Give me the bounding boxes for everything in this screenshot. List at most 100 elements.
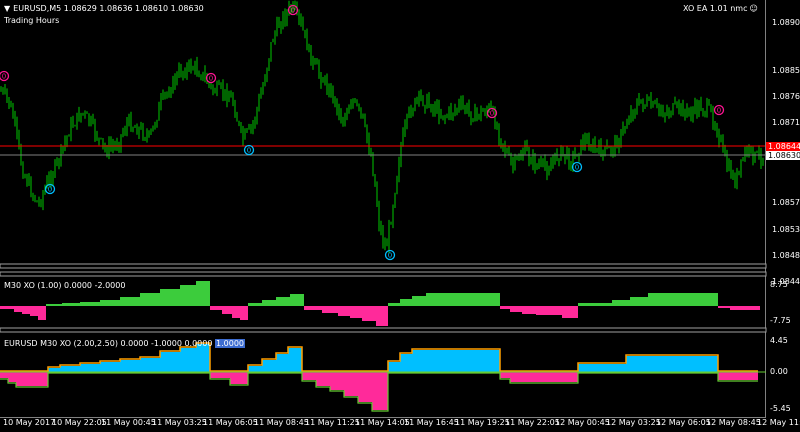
svg-text:0: 0 bbox=[247, 147, 251, 155]
time-label: 11 May 08:45 bbox=[254, 418, 309, 427]
xo-marker-x: 0 bbox=[44, 183, 56, 195]
xo-bar-down bbox=[240, 306, 248, 320]
panel-separator-3[interactable] bbox=[0, 327, 767, 333]
eurusd-area-down bbox=[16, 372, 48, 386]
time-label: 11 May 03:25 bbox=[152, 418, 207, 427]
price-label: 1.08533 bbox=[772, 225, 800, 234]
price-label: 1.08764 bbox=[772, 92, 800, 101]
eurusd-area-up bbox=[60, 366, 80, 372]
eurusd-area-down bbox=[302, 372, 316, 380]
xo-bar-down bbox=[304, 306, 322, 310]
eurusd-area-up bbox=[140, 358, 160, 372]
eurusd-area-up bbox=[626, 356, 718, 372]
time-label: 10 May 22:05 bbox=[52, 418, 107, 427]
xo-bar-down bbox=[500, 306, 510, 309]
eurusd-area-up bbox=[100, 362, 120, 372]
price-label: 1.08858 bbox=[772, 66, 800, 75]
eurusd-area-up bbox=[160, 352, 180, 372]
eurusd-area-up bbox=[180, 348, 196, 372]
xo-bar-down bbox=[222, 306, 232, 314]
eurusd-xo-area bbox=[0, 342, 758, 412]
xo-marker-o: 0 bbox=[205, 72, 217, 84]
xo-bar-up bbox=[412, 296, 426, 306]
eurusd-panel-highlight: 1.0000 bbox=[215, 339, 245, 348]
chart-title: ▼ EURUSD,M5 1.08629 1.08636 1.08610 1.086… bbox=[4, 4, 204, 14]
eurusd-area-up bbox=[276, 354, 288, 372]
time-label: 11 May 06:05 bbox=[203, 418, 258, 427]
dropdown-triangle-icon[interactable]: ▼ bbox=[4, 4, 10, 14]
xo-bar-down bbox=[730, 306, 760, 310]
eurusd-area-down bbox=[344, 372, 358, 396]
eurusd-scale-zero: 0.00 bbox=[770, 367, 788, 376]
smiley-icon[interactable]: ☺ bbox=[750, 4, 758, 13]
time-label: 11 May 14:05 bbox=[355, 418, 410, 427]
xo-bar-up bbox=[426, 293, 500, 306]
chart-canvas[interactable]: 0 0 0 0 0 0 0 0 0 bbox=[0, 0, 800, 432]
xo-marker-o: 0 bbox=[713, 104, 725, 116]
xo-bar-up bbox=[180, 285, 196, 306]
xo-marker-x: 0 bbox=[243, 144, 255, 156]
xo-bar-down bbox=[376, 306, 388, 326]
eurusd-area-up bbox=[288, 348, 302, 372]
time-label: 12 May 00:45 bbox=[555, 418, 610, 427]
xo-bar-down bbox=[338, 306, 350, 316]
time-label: 12 May 11:25 bbox=[757, 418, 800, 427]
eurusd-area-up bbox=[248, 366, 262, 372]
xo-bar-down bbox=[0, 306, 14, 309]
xo-bar-up bbox=[630, 297, 648, 306]
xo-bar-up bbox=[120, 297, 140, 306]
xo-bar-up bbox=[62, 303, 80, 306]
time-label: 10 May 2017 bbox=[3, 418, 56, 427]
xo-bar-up bbox=[276, 297, 290, 306]
bid-price-tag: 1.08644 bbox=[766, 142, 800, 151]
xo-markers: 0 0 0 0 0 0 0 0 0 bbox=[0, 4, 725, 261]
panel-separator-1[interactable] bbox=[0, 263, 767, 269]
xo-bar-up bbox=[46, 304, 62, 306]
svg-text:0: 0 bbox=[291, 7, 295, 15]
svg-text:0: 0 bbox=[209, 75, 213, 83]
time-label: 11 May 00:45 bbox=[101, 418, 156, 427]
xo-bar-down bbox=[510, 306, 522, 312]
time-label: 12 May 03:25 bbox=[606, 418, 661, 427]
xo-bar-up bbox=[290, 294, 304, 306]
eurusd-panel-label: EURUSD M30 XO (2.00,2.50) 0.0000 -1.0000… bbox=[4, 339, 245, 348]
eurusd-area-up bbox=[578, 364, 626, 372]
xo-bar-up bbox=[388, 303, 400, 306]
xo-bar-down bbox=[522, 306, 536, 314]
time-label: 11 May 19:25 bbox=[455, 418, 510, 427]
xo-marker-x: 0 bbox=[384, 249, 396, 261]
eurusd-area-down bbox=[316, 372, 330, 386]
xo-bar-up bbox=[196, 281, 210, 306]
eurusd-area-down bbox=[372, 372, 388, 410]
price-label: 1.08488 bbox=[772, 251, 800, 260]
eurusd-area-down bbox=[358, 372, 372, 402]
eurusd-area-up bbox=[120, 360, 140, 372]
eurusd-area-down bbox=[330, 372, 344, 390]
current-price-tag: 1.08630 bbox=[766, 151, 800, 160]
time-label: 12 May 06:05 bbox=[656, 418, 711, 427]
xo-bar-down bbox=[14, 306, 22, 312]
eurusd-area-down bbox=[510, 372, 578, 382]
panel-separator-2[interactable] bbox=[0, 271, 767, 277]
xo-bar-up bbox=[648, 293, 718, 306]
xo-bar-down bbox=[362, 306, 376, 321]
eurusd-area-down bbox=[8, 372, 16, 382]
xo-bar-up bbox=[100, 300, 120, 306]
xo-bar-up bbox=[160, 289, 180, 306]
time-label: 11 May 16:45 bbox=[404, 418, 459, 427]
xo-marker-x: 0 bbox=[571, 161, 583, 173]
eurusd-area-down bbox=[500, 372, 510, 378]
eurusd-area-up bbox=[388, 362, 400, 372]
eurusd-area-down bbox=[0, 372, 8, 378]
xo-bar-down bbox=[562, 306, 578, 318]
eurusd-scale-min: -5.45 bbox=[770, 404, 791, 413]
svg-text:0: 0 bbox=[575, 164, 579, 172]
time-label: 11 May 11:25 bbox=[305, 418, 360, 427]
xo-bar-down bbox=[536, 306, 562, 315]
svg-text:0: 0 bbox=[48, 186, 52, 194]
price-label: 1.08908 bbox=[772, 18, 800, 27]
price-candles bbox=[0, 0, 764, 254]
eurusd-scale-max: 4.45 bbox=[770, 336, 788, 345]
time-label: 12 May 08:45 bbox=[706, 418, 761, 427]
xo-bar-up bbox=[80, 302, 100, 306]
